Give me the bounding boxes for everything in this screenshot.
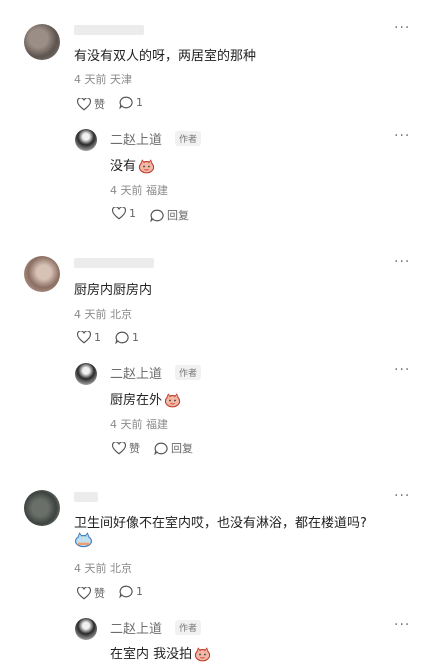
comment-meta: 4 天前 北京: [74, 306, 132, 322]
username-blurred[interactable]: [74, 25, 144, 35]
reply-label: 回复: [167, 209, 189, 222]
author-name[interactable]: 二赵上道: [110, 363, 162, 382]
comment-location: 天津: [110, 73, 132, 86]
reply-text: 在室内 我没拍: [110, 643, 211, 662]
reply-time: 4 天前: [110, 184, 143, 197]
username-blurred[interactable]: [74, 258, 154, 268]
reply-button[interactable]: 回复: [150, 207, 189, 223]
comment-location: 北京: [110, 562, 132, 575]
comment-meta: 4 天前 天津: [74, 71, 132, 87]
speech-bubble-icon: [119, 585, 133, 598]
username-blurred[interactable]: [74, 492, 98, 502]
reply-text-content: 厨房在外: [110, 393, 163, 408]
like-label: 赞: [129, 442, 140, 455]
cat-face-emoji-icon: [195, 647, 211, 662]
more-dots-icon[interactable]: ···: [394, 254, 410, 270]
heart-icon: [77, 97, 91, 110]
author-avatar[interactable]: [75, 363, 97, 385]
like-label: 赞: [94, 98, 105, 111]
speech-bubble-icon: [150, 209, 164, 222]
speech-bubble-icon: [119, 96, 133, 109]
avatar[interactable]: [24, 490, 60, 526]
more-dots-icon[interactable]: ···: [394, 128, 410, 144]
comment-text: 卫生间好像不在室内哎，也没有淋浴，都在楼道吗?: [74, 516, 367, 531]
reply-meta: 4 天前 福建: [110, 416, 168, 432]
comment-text: 有没有双人的呀，两居室的那种: [74, 49, 257, 64]
more-dots-icon[interactable]: ···: [394, 617, 410, 633]
comment-meta: 4 天前 北京: [74, 560, 132, 576]
reply-button[interactable]: 1: [119, 585, 143, 598]
reply-location: 福建: [146, 418, 168, 431]
reply-location: 福建: [146, 184, 168, 197]
comment-location: 北京: [110, 308, 132, 321]
heart-icon: [77, 586, 91, 599]
author-name[interactable]: 二赵上道: [110, 129, 162, 148]
like-button[interactable]: 赞: [77, 96, 105, 112]
author-avatar[interactable]: [75, 129, 97, 151]
like-label: 赞: [94, 587, 105, 600]
like-button[interactable]: 赞: [112, 440, 140, 456]
like-button[interactable]: 1: [112, 207, 136, 220]
avatar[interactable]: [24, 24, 60, 60]
speech-bubble-icon: [115, 331, 129, 344]
like-count: 1: [129, 207, 136, 220]
author-name[interactable]: 二赵上道: [110, 618, 162, 637]
heart-icon: [112, 207, 126, 220]
comment-time: 4 天前: [74, 73, 107, 86]
reply-time: 4 天前: [110, 418, 143, 431]
like-button[interactable]: 赞: [77, 585, 105, 601]
cat-face-emoji-icon: [164, 393, 181, 408]
comment-text: 厨房内厨房内: [74, 283, 153, 298]
reply-meta: 4 天前 福建: [110, 182, 168, 198]
reply-text: 没有: [110, 155, 155, 174]
like-button[interactable]: 1: [77, 331, 101, 344]
author-badge: 作者: [175, 131, 202, 146]
reply-label: 回复: [171, 442, 193, 455]
author-badge: 作者: [175, 620, 202, 635]
heart-icon: [77, 331, 91, 344]
avatar[interactable]: [24, 256, 60, 292]
reply-button[interactable]: 1: [115, 331, 139, 344]
reply-count: 1: [136, 96, 143, 109]
cat-face-emoji-icon: [138, 159, 155, 174]
reply-text: 厨房在外: [110, 389, 181, 408]
reply-count: 1: [136, 585, 143, 598]
reply-count: 1: [132, 331, 139, 344]
cat-face-emoji-icon: [75, 532, 92, 548]
reply-text-content: 没有: [110, 159, 137, 174]
heart-icon: [112, 441, 126, 454]
speech-bubble-icon: [154, 442, 168, 455]
comment-time: 4 天前: [74, 308, 107, 321]
reply-button[interactable]: 回复: [154, 440, 193, 456]
like-count: 1: [94, 331, 101, 344]
author-avatar[interactable]: [75, 618, 97, 640]
more-dots-icon[interactable]: ···: [394, 488, 410, 504]
comment-time: 4 天前: [74, 562, 107, 575]
reply-text-content: 在室内 我没拍: [110, 647, 193, 662]
more-dots-icon[interactable]: ···: [394, 20, 410, 36]
reply-button[interactable]: 1: [119, 96, 143, 109]
more-dots-icon[interactable]: ···: [394, 362, 410, 378]
author-badge: 作者: [175, 365, 202, 380]
